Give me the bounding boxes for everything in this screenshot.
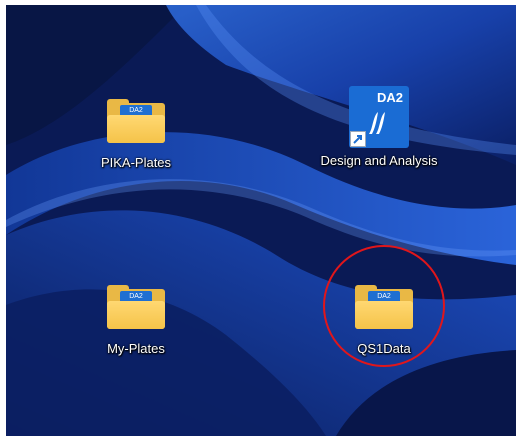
design-and-analysis-app-icon: DA2 (349, 85, 409, 149)
desktop-icon-my-plates[interactable]: DA2 My-Plates (66, 277, 206, 377)
icon-label: My-Plates (107, 341, 165, 356)
icon-label: Design and Analysis (320, 153, 438, 168)
icon-label: PIKA-Plates (100, 155, 172, 170)
app-logo-icon (369, 112, 385, 134)
folder-icon: DA2 (354, 277, 414, 337)
desktop-icon-design-and-analysis[interactable]: DA2 Design and Analysis (309, 85, 449, 185)
icon-label: QS1Data (357, 341, 411, 356)
screenshot-frame: DA2 PIKA-Plates DA2 Design and Analysis … (0, 0, 516, 441)
app-badge: DA2 (376, 90, 403, 105)
desktop: DA2 PIKA-Plates DA2 Design and Analysis … (6, 5, 516, 436)
folder-icon: DA2 (106, 277, 166, 337)
folder-icon: DA2 (106, 91, 166, 151)
desktop-icon-qs1data[interactable]: DA2 QS1Data (314, 277, 454, 377)
desktop-icon-pika-plates[interactable]: DA2 PIKA-Plates (66, 91, 206, 191)
shortcut-arrow-icon (350, 131, 366, 147)
